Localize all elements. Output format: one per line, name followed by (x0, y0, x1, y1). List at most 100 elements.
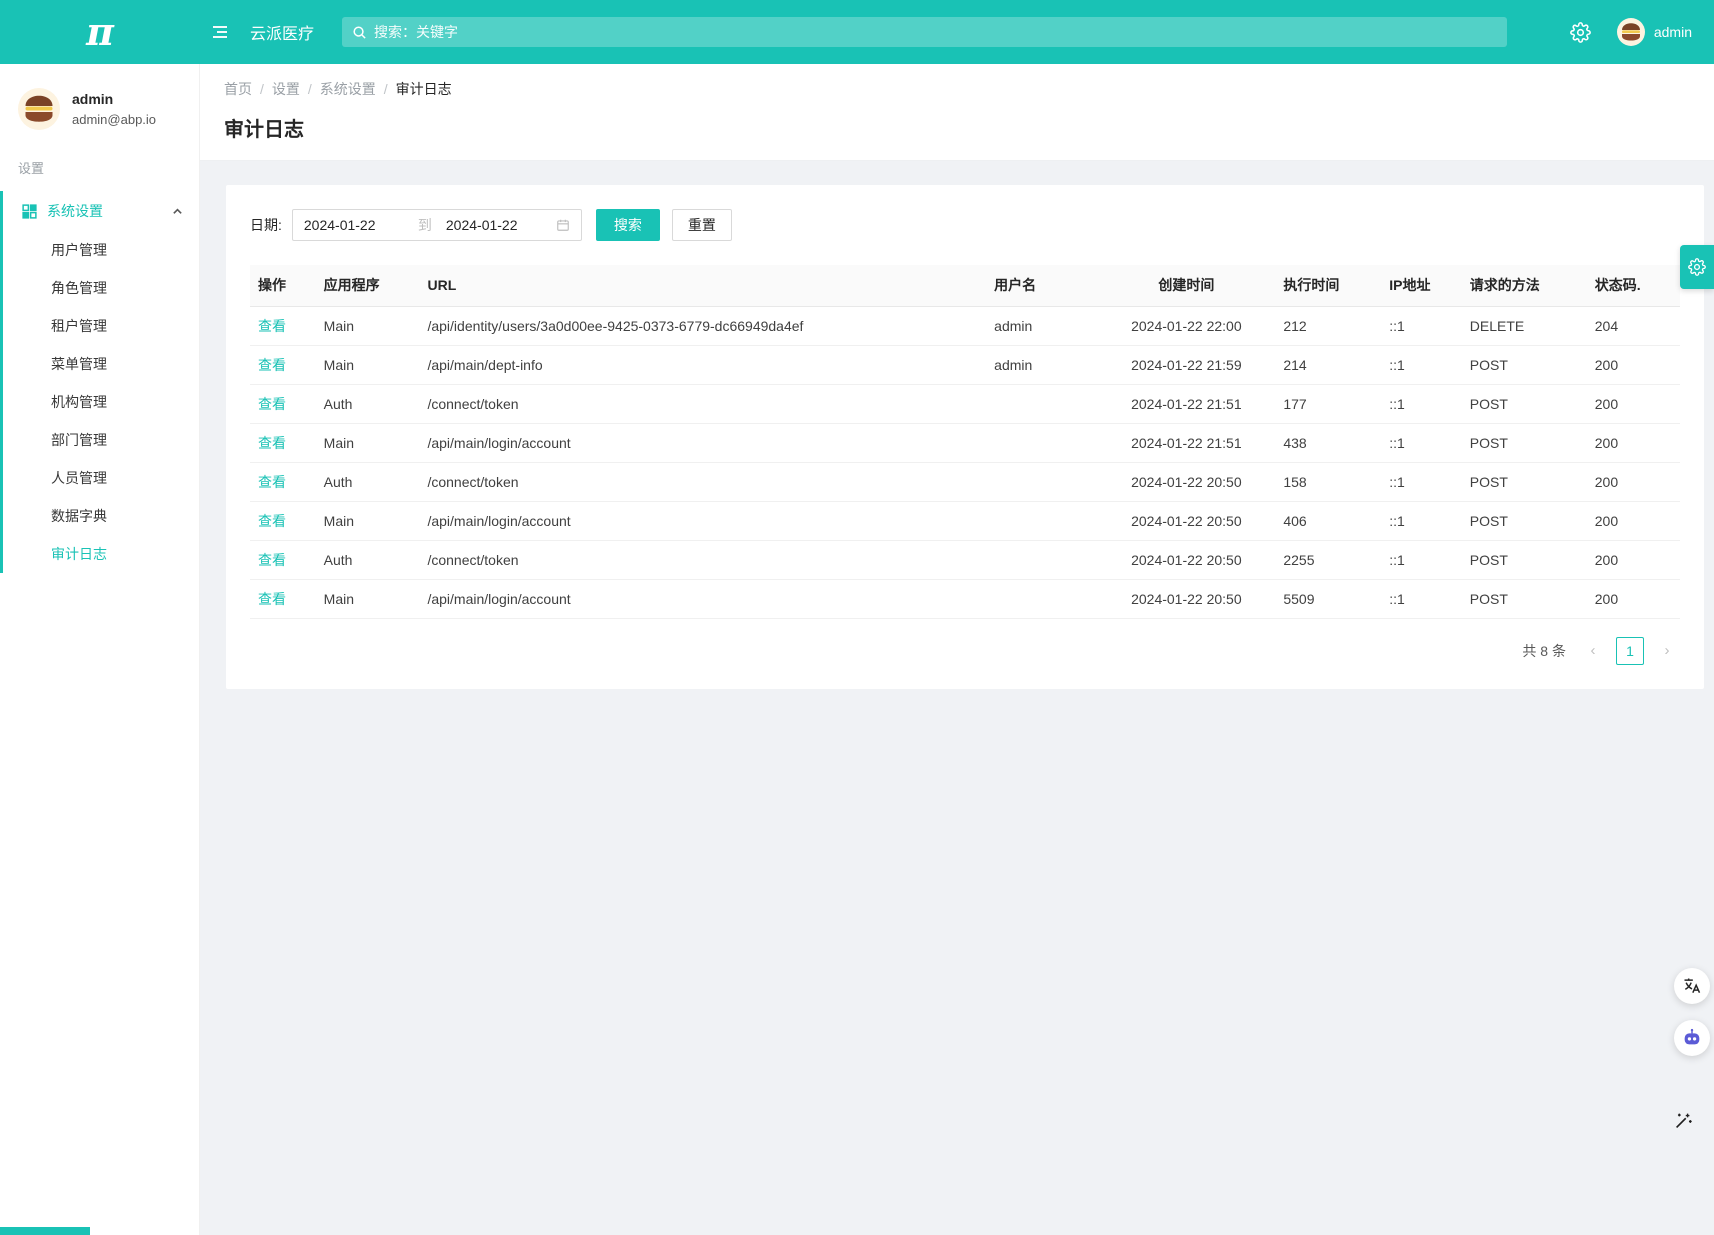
main-content: 首页 / 设置 / 系统设置 / 审计日志 审计日志 日期: 到 (200, 64, 1714, 1235)
sidebar-item-org-mgmt[interactable]: 机构管理 (3, 383, 199, 421)
cell-method: POST (1462, 423, 1587, 462)
date-to-input[interactable] (446, 217, 546, 233)
breadcrumb-system-settings[interactable]: 系统设置 (320, 79, 376, 99)
page-header: 首页 / 设置 / 系统设置 / 审计日志 审计日志 (200, 64, 1714, 161)
col-header-ip: IP地址 (1381, 265, 1462, 306)
cell-ip: ::1 (1381, 501, 1462, 540)
sidebar-item-user-mgmt[interactable]: 用户管理 (3, 231, 199, 269)
sidebar-group-header[interactable]: 系统设置 (3, 191, 199, 231)
view-link[interactable]: 查看 (258, 396, 286, 412)
view-link[interactable]: 查看 (258, 435, 286, 451)
view-link[interactable]: 查看 (258, 513, 286, 529)
cell-method: POST (1462, 501, 1587, 540)
view-link[interactable]: 查看 (258, 591, 286, 607)
pagination-next-icon[interactable]: › (1654, 638, 1680, 664)
cell-ip: ::1 (1381, 540, 1462, 579)
date-range-picker[interactable]: 到 (292, 209, 582, 241)
col-header-exec-time: 执行时间 (1275, 265, 1381, 306)
sidebar-item-dept-mgmt[interactable]: 部门管理 (3, 421, 199, 459)
table-row: 查看 Auth /connect/token 2024-01-22 20:50 … (250, 462, 1680, 501)
view-link[interactable]: 查看 (258, 357, 286, 373)
col-header-status: 状态码. (1587, 265, 1680, 306)
cell-application: Auth (316, 462, 420, 501)
view-link[interactable]: 查看 (258, 474, 286, 490)
sidebar-group-system-settings: 系统设置 用户管理 角色管理 租户管理 菜单管理 机构管理 部门管理 人员管理 … (0, 191, 199, 573)
sidebar-group-label: 系统设置 (47, 201, 103, 221)
table-header-row: 操作 应用程序 URL 用户名 创建时间 执行时间 IP地址 请求的方法 状态码… (250, 265, 1680, 306)
cell-application: Main (316, 345, 420, 384)
cell-username (986, 423, 1097, 462)
sidebar-collapse-trigger[interactable] (0, 1227, 90, 1235)
sidebar-user-name: admin (72, 89, 156, 110)
search-input[interactable] (374, 24, 1497, 40)
col-header-method: 请求的方法 (1462, 265, 1587, 306)
theme-settings-drawer-button[interactable] (1680, 245, 1714, 289)
breadcrumb-settings[interactable]: 设置 (272, 79, 300, 99)
sidebar-item-staff-mgmt[interactable]: 人员管理 (3, 459, 199, 497)
page-title: 审计日志 (224, 113, 1690, 142)
date-range-separator: 到 (410, 215, 440, 235)
date-from-input[interactable] (304, 217, 404, 233)
cell-url: /connect/token (419, 462, 986, 501)
app-header: π 云派医疗 (0, 0, 1714, 64)
cell-url: /api/main/login/account (419, 501, 986, 540)
sidebar-submenu: 用户管理 角色管理 租户管理 菜单管理 机构管理 部门管理 人员管理 数据字典 … (3, 231, 199, 573)
table-row: 查看 Auth /connect/token 2024-01-22 20:50 … (250, 540, 1680, 579)
table-row: 查看 Auth /connect/token 2024-01-22 21:51 … (250, 384, 1680, 423)
audit-log-table: 操作 应用程序 URL 用户名 创建时间 执行时间 IP地址 请求的方法 状态码… (250, 265, 1680, 619)
cell-application: Main (316, 579, 420, 618)
translate-widget-button[interactable] (1674, 968, 1710, 1004)
cell-status: 200 (1587, 384, 1680, 423)
col-header-url: URL (419, 265, 986, 306)
view-link[interactable]: 查看 (258, 552, 286, 568)
cell-exec-time: 438 (1275, 423, 1381, 462)
cell-method: POST (1462, 540, 1587, 579)
cell-status: 200 (1587, 462, 1680, 501)
header-user-menu[interactable]: admin (1617, 18, 1692, 46)
cell-ip: ::1 (1381, 384, 1462, 423)
audit-log-card: 日期: 到 搜索 重置 操作 应用程序 (226, 185, 1704, 689)
header-search[interactable] (342, 17, 1507, 47)
breadcrumb-audit-log: 审计日志 (396, 79, 452, 99)
header-username: admin (1654, 24, 1692, 40)
app-title: 云派医疗 (250, 20, 314, 44)
cell-username (986, 540, 1097, 579)
pagination-page-1[interactable]: 1 (1616, 637, 1644, 665)
pagination-prev-icon[interactable]: ‹ (1580, 638, 1606, 664)
sidebar-user-card[interactable]: admin admin@abp.io (0, 64, 199, 148)
app-logo[interactable]: π (0, 0, 200, 64)
table-row: 查看 Main /api/main/dept-info admin 2024-0… (250, 345, 1680, 384)
cell-exec-time: 5509 (1275, 579, 1381, 618)
cell-created-time: 2024-01-22 20:50 (1097, 540, 1275, 579)
assistant-widget-button[interactable] (1674, 1020, 1710, 1056)
cell-method: POST (1462, 579, 1587, 618)
sidebar-item-audit-log[interactable]: 审计日志 (3, 535, 199, 573)
reset-button[interactable]: 重置 (672, 209, 732, 241)
cell-username: admin (986, 345, 1097, 384)
cell-method: POST (1462, 384, 1587, 423)
magic-wand-widget-button[interactable] (1668, 1106, 1698, 1136)
sidebar-item-data-dict[interactable]: 数据字典 (3, 497, 199, 535)
cell-username (986, 579, 1097, 618)
sidebar-item-menu-mgmt[interactable]: 菜单管理 (3, 345, 199, 383)
cell-status: 200 (1587, 345, 1680, 384)
cell-method: DELETE (1462, 306, 1587, 345)
cell-created-time: 2024-01-22 21:59 (1097, 345, 1275, 384)
pi-logo-icon: π (86, 13, 114, 51)
sidebar-item-role-mgmt[interactable]: 角色管理 (3, 269, 199, 307)
header-settings-gear-icon[interactable] (1570, 22, 1591, 43)
view-link[interactable]: 查看 (258, 318, 286, 334)
search-button[interactable]: 搜索 (596, 209, 660, 241)
breadcrumb-home[interactable]: 首页 (224, 79, 252, 99)
chevron-up-icon (172, 206, 183, 217)
table-row: 查看 Main /api/main/login/account 2024-01-… (250, 423, 1680, 462)
table-row: 查看 Main /api/main/login/account 2024-01-… (250, 579, 1680, 618)
user-avatar (1617, 18, 1645, 46)
cell-exec-time: 406 (1275, 501, 1381, 540)
table-row: 查看 Main /api/main/login/account 2024-01-… (250, 501, 1680, 540)
cell-application: Main (316, 306, 420, 345)
col-header-action: 操作 (250, 265, 316, 306)
sidebar-item-tenant-mgmt[interactable]: 租户管理 (3, 307, 199, 345)
cell-exec-time: 212 (1275, 306, 1381, 345)
menu-fold-icon[interactable] (200, 0, 240, 64)
